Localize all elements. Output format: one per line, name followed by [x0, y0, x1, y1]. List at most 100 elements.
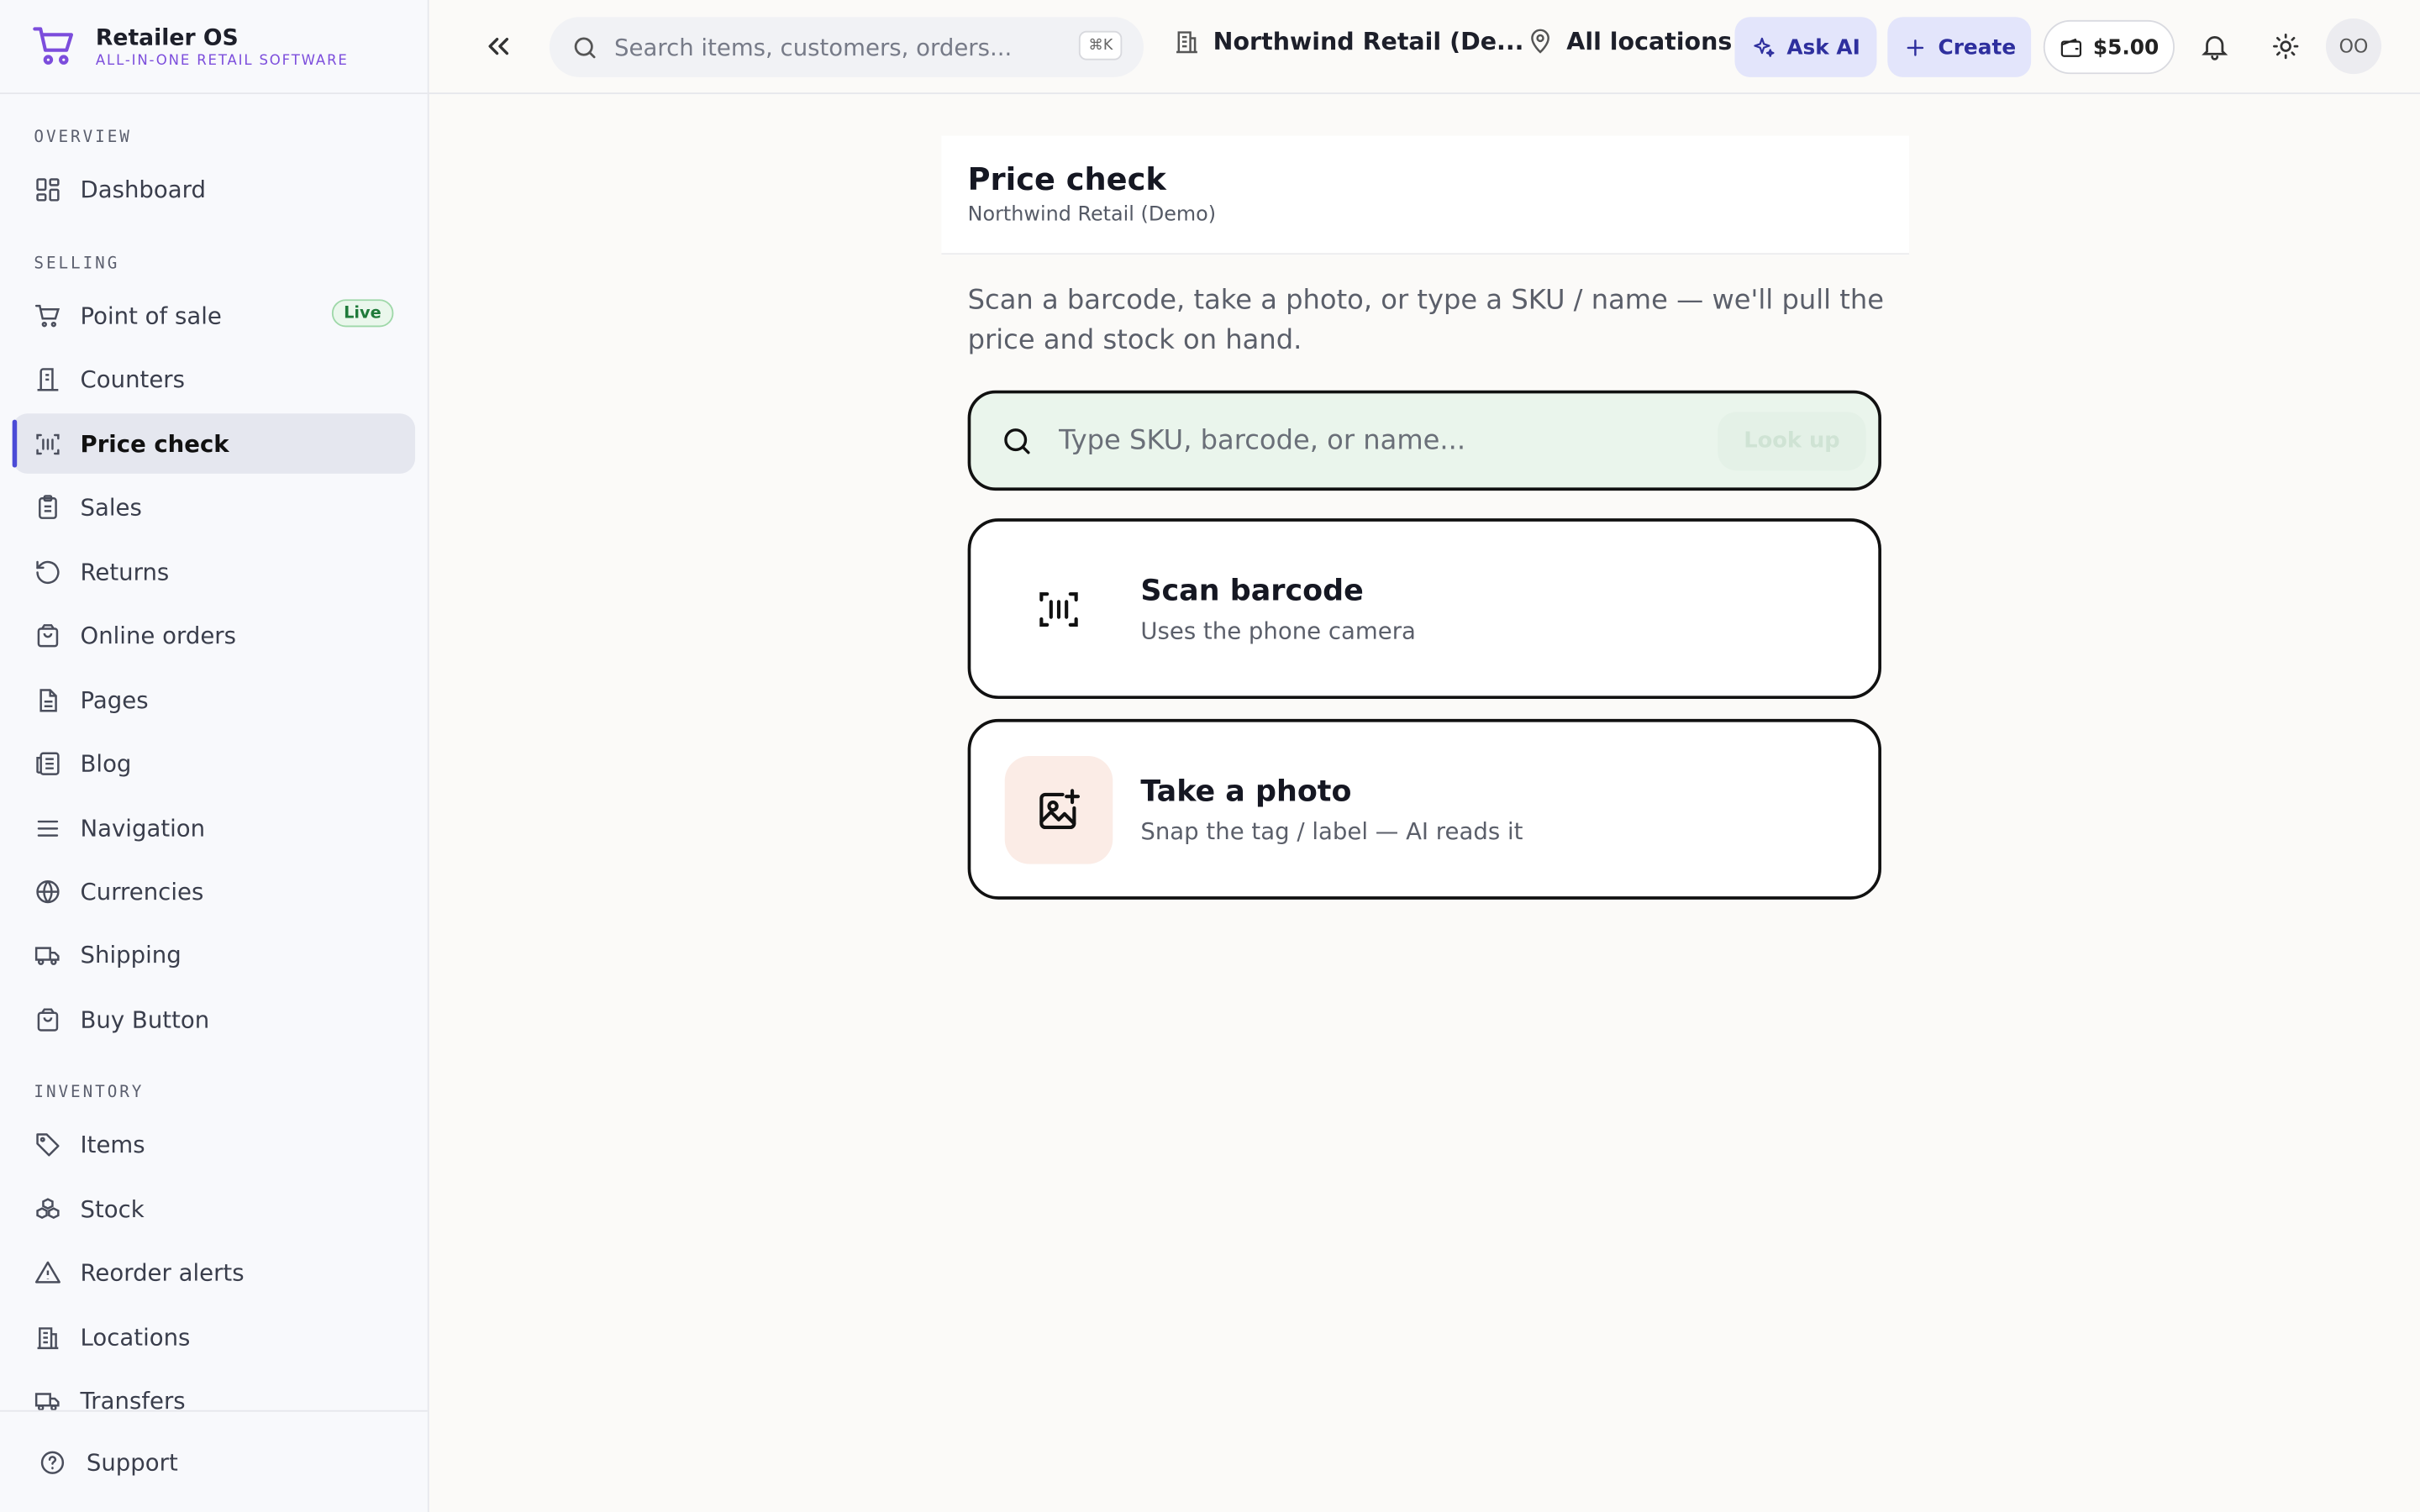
- ask-ai-label: Ask AI: [1786, 34, 1860, 60]
- sun-icon[interactable]: [2270, 31, 2302, 62]
- create-label: Create: [1938, 34, 2017, 60]
- sidebar-item-sales[interactable]: Sales: [13, 477, 415, 538]
- help-circle-icon: [40, 1450, 65, 1473]
- photo-card-subtitle: Snap the tag / label — AI reads it: [1140, 816, 1523, 845]
- bag-icon: [34, 621, 61, 648]
- dashboard-icon: [34, 175, 61, 202]
- sidebar-item-label: Sales: [80, 492, 142, 521]
- truck-icon: [34, 1386, 61, 1410]
- building-icon: [1176, 31, 1197, 54]
- sidebar-item-navigation[interactable]: Navigation: [13, 798, 415, 858]
- barcode-icon: [1039, 591, 1078, 627]
- live-badge: Live: [331, 299, 394, 328]
- sidebar-item-returns[interactable]: Returns: [13, 542, 415, 602]
- sidebar-item-point-of-sale[interactable]: Point of sale Live: [13, 286, 415, 346]
- search-icon: [574, 36, 596, 58]
- create-button[interactable]: Create: [1887, 17, 2032, 77]
- sidebar-item-blog[interactable]: Blog: [13, 732, 415, 793]
- store-name: Northwind Retail (De...: [1213, 28, 1524, 56]
- file-icon: [34, 685, 61, 713]
- sidebar-item-label: Returns: [80, 557, 170, 586]
- collapse-sidebar-icon[interactable]: [481, 29, 515, 63]
- photo-card-title: Take a photo: [1140, 774, 1352, 808]
- truck-icon: [34, 940, 61, 968]
- sidebar-item-label: Navigation: [80, 813, 206, 842]
- location-switcher[interactable]: All locations: [1527, 28, 1733, 56]
- page-header: Price check Northwind Retail (Demo): [941, 135, 1910, 255]
- bag-icon: [34, 1005, 61, 1033]
- sidebar-item-pages[interactable]: Pages: [13, 669, 415, 730]
- building-icon: [34, 1323, 61, 1351]
- sidebar-item-counters[interactable]: Counters: [13, 349, 415, 409]
- rotate-icon: [34, 558, 61, 585]
- plus-icon: [1907, 39, 1923, 55]
- sidebar-item-items[interactable]: Items: [13, 1114, 415, 1174]
- support-link[interactable]: Support: [0, 1410, 428, 1512]
- topbar: Search items, customers, orders... ⌘K No…: [429, 0, 2420, 95]
- global-search[interactable]: Search items, customers, orders... ⌘K: [549, 17, 1144, 77]
- search-placeholder: Search items, customers, orders...: [614, 33, 1013, 61]
- sidebar-item-shipping[interactable]: Shipping: [13, 924, 415, 984]
- sidebar-item-label: Items: [80, 1130, 145, 1158]
- sidebar-item-price-check[interactable]: Price check: [12, 413, 416, 474]
- cart-logo-icon: [33, 27, 74, 65]
- clipboard-icon: [34, 493, 61, 521]
- sidebar-item-currencies[interactable]: Currencies: [13, 861, 415, 921]
- globe-icon: [34, 877, 61, 905]
- sidebar-item-dashboard[interactable]: Dashboard: [13, 159, 415, 219]
- sidebar-item-label: Reorder alerts: [80, 1257, 245, 1286]
- menu-icon: [34, 814, 61, 842]
- sidebar-item-label: Locations: [80, 1323, 191, 1352]
- take-photo-card[interactable]: Take a photo Snap the tag / label — AI r…: [967, 718, 1881, 900]
- sidebar-item-reorder-alerts[interactable]: Reorder alerts: [13, 1242, 415, 1303]
- wallet-icon: [2061, 37, 2082, 56]
- sidebar-item-online-orders[interactable]: Online orders: [13, 605, 415, 665]
- counter-icon: [34, 365, 61, 392]
- location-name: All locations: [1566, 28, 1733, 56]
- scan-card-title: Scan barcode: [1140, 573, 1364, 607]
- brand-tagline: ALL-IN-ONE RETAIL SOFTWARE: [95, 53, 349, 69]
- sidebar-item-label: Dashboard: [80, 175, 207, 203]
- sidebar-item-label: Transfers: [80, 1386, 186, 1410]
- sidebar-item-buy-button[interactable]: Buy Button: [13, 989, 415, 1049]
- sidebar-item-label: Point of sale: [80, 302, 222, 330]
- alert-icon: [34, 1258, 61, 1286]
- sidebar-item-label: Stock: [80, 1194, 145, 1223]
- lookup-input[interactable]: [1055, 423, 1704, 458]
- page-subtitle: Northwind Retail (Demo): [967, 203, 1217, 228]
- sidebar-item-label: Currencies: [80, 877, 204, 906]
- balance-amount: $5.00: [2092, 34, 2160, 60]
- section-label-inventory: INVENTORY: [34, 1083, 145, 1102]
- brand[interactable]: Retailer OS ALL-IN-ONE RETAIL SOFTWARE: [0, 0, 428, 95]
- brand-name: Retailer OS: [95, 25, 239, 50]
- sparkles-icon: [1753, 36, 1774, 56]
- cart-icon: [34, 302, 61, 329]
- sidebar-item-label: Shipping: [80, 940, 182, 969]
- lookup-field[interactable]: Look up: [967, 390, 1881, 491]
- page-description: Scan a barcode, take a photo, or type a …: [967, 285, 1885, 357]
- sidebar-item-locations[interactable]: Locations: [13, 1307, 415, 1368]
- section-label-overview: OVERVIEW: [34, 128, 132, 147]
- avatar[interactable]: OO: [2325, 18, 2382, 75]
- sidebar-item-transfers[interactable]: Transfers: [13, 1370, 415, 1410]
- sidebar-item-stock[interactable]: Stock: [13, 1179, 415, 1239]
- section-label-selling: SELLING: [34, 255, 120, 274]
- page-title: Price check: [967, 160, 1166, 198]
- sidebar-item-label: Price check: [80, 429, 229, 458]
- ask-ai-button[interactable]: Ask AI: [1734, 17, 1877, 77]
- newspaper-icon: [34, 749, 61, 777]
- lookup-button[interactable]: Look up: [1718, 412, 1866, 471]
- store-switcher[interactable]: Northwind Retail (De...: [1173, 28, 1524, 56]
- scan-card-subtitle: Uses the phone camera: [1140, 616, 1416, 644]
- sidebar: Retailer OS ALL-IN-ONE RETAIL SOFTWARE O…: [0, 0, 429, 1512]
- barcode-icon: [34, 430, 61, 458]
- search-shortcut: ⌘K: [1079, 30, 1123, 60]
- boxes-icon: [34, 1195, 61, 1223]
- bell-icon[interactable]: [2199, 31, 2230, 62]
- sidebar-item-label: Online orders: [80, 621, 236, 649]
- scan-icon-box: [1005, 554, 1113, 663]
- sidebar-item-label: Buy Button: [80, 1005, 210, 1033]
- image-plus-icon: [1039, 788, 1081, 829]
- scan-barcode-card[interactable]: Scan barcode Uses the phone camera: [967, 518, 1881, 700]
- wallet-balance[interactable]: $5.00: [2043, 19, 2175, 75]
